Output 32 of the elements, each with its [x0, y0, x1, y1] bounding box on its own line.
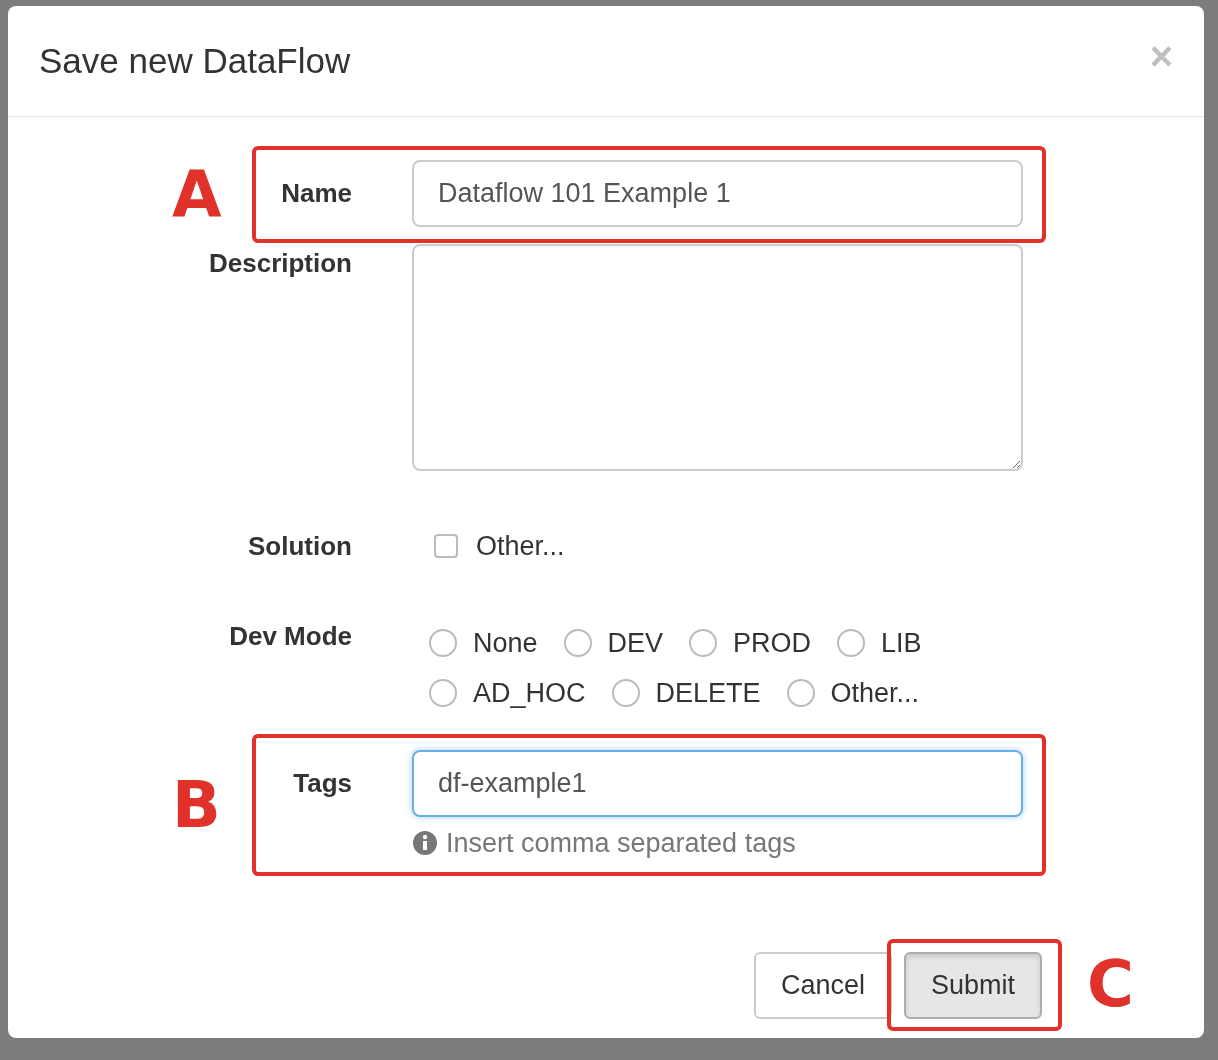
radio-button[interactable] — [429, 628, 457, 657]
radio-button[interactable] — [429, 679, 457, 708]
tags-input[interactable]: df-example1 — [412, 749, 1023, 817]
radio-label: DELETE — [655, 677, 761, 710]
radio-label: Other... — [830, 677, 920, 710]
field-label: Name — [281, 177, 352, 210]
checkbox[interactable] — [434, 534, 458, 559]
radio-label: AD_HOC — [473, 677, 586, 710]
help-text: Insert comma separated tags — [446, 826, 796, 860]
annotation-letter: B — [172, 772, 221, 837]
name-input[interactable]: Dataflow 101 Example 1 — [412, 160, 1023, 227]
radio-label: LIB — [881, 626, 922, 660]
radio-label: DEV — [607, 626, 664, 660]
radio-button[interactable] — [611, 679, 640, 708]
dialog-button[interactable]: Submit — [903, 952, 1042, 1019]
checkbox-label: Other... — [476, 530, 565, 563]
dialog-button[interactable]: Cancel — [753, 952, 892, 1019]
description-textarea[interactable] — [412, 244, 1023, 471]
radio-label: PROD — [733, 626, 812, 660]
radio-button[interactable] — [837, 628, 866, 657]
dialog-title: Save new DataFlow — [39, 39, 351, 82]
field-label: Description — [208, 247, 352, 280]
annotation-letter: A — [172, 162, 222, 227]
radio-button[interactable] — [689, 628, 718, 657]
field-label: Solution — [248, 529, 352, 563]
radio-button[interactable] — [786, 679, 815, 708]
field-label: Tags — [293, 766, 352, 800]
info-icon — [412, 829, 438, 856]
radio-label: None — [473, 626, 538, 660]
annotation-letter: C — [1086, 952, 1134, 1016]
field-label: Dev Mode — [229, 619, 352, 653]
radio-button[interactable] — [563, 628, 592, 657]
